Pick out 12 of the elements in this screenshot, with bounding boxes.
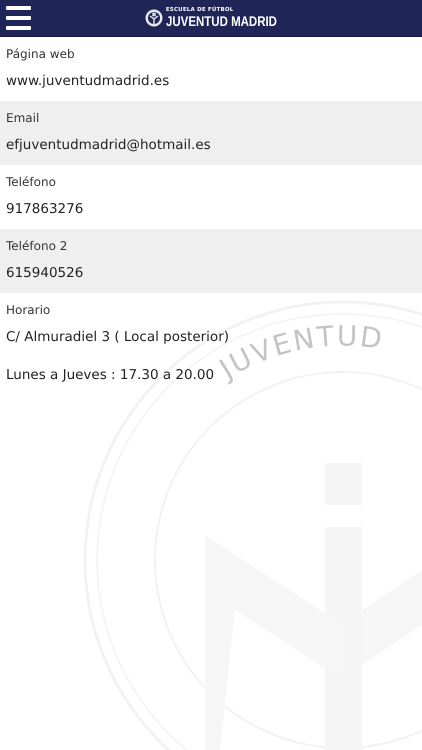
field-label: Horario	[6, 302, 52, 318]
field-label: Teléfono	[6, 174, 57, 190]
menu-button[interactable]	[6, 6, 31, 30]
field-value: www.juventudmadrid.es	[6, 72, 170, 91]
field-label: Email	[6, 110, 40, 126]
emblem-icon	[144, 9, 163, 27]
field-value: 615940526	[6, 264, 84, 283]
logo-title: JUVENTUD MADRID	[166, 14, 277, 28]
field-label: Página web	[6, 46, 76, 62]
field-value: 917863276	[6, 200, 84, 219]
field-value: efjuventudmadrid@hotmail.es	[6, 136, 212, 155]
field-label: Teléfono 2	[6, 238, 68, 254]
